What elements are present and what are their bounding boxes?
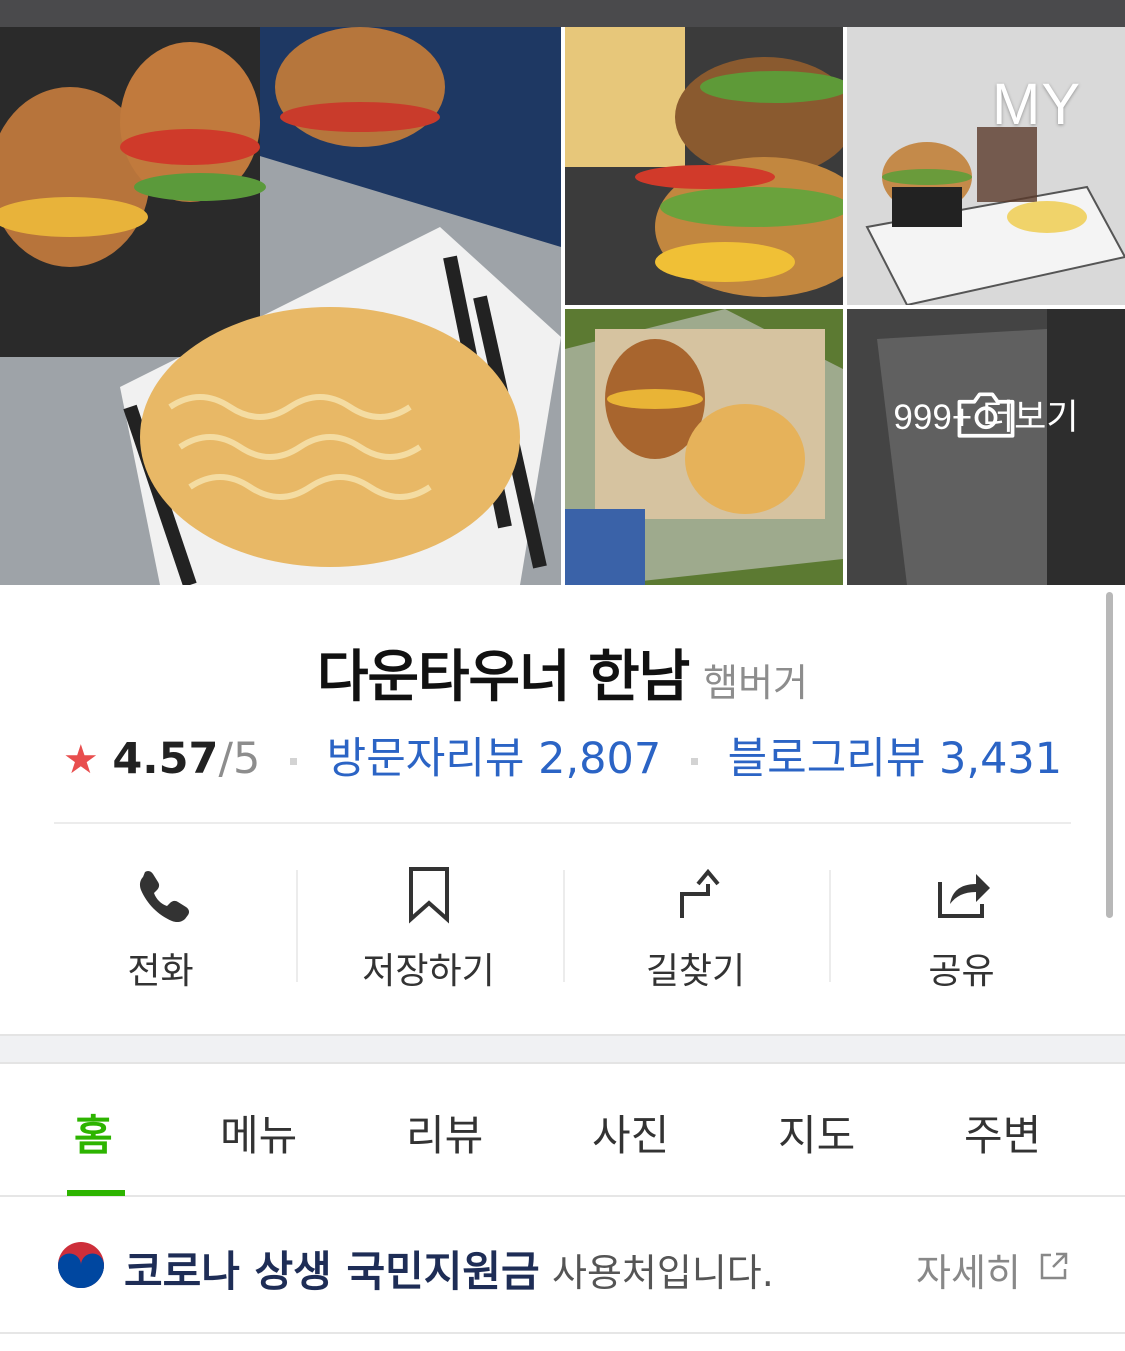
divider — [54, 822, 1071, 824]
action-bar: 전화 저장하기 길찾기 공유 — [27, 860, 1098, 992]
save-label: 저장하기 — [362, 951, 495, 992]
taegeuk-emblem-icon — [58, 1242, 104, 1288]
call-label: 전화 — [127, 951, 194, 992]
blog-review-link[interactable]: 블로그리뷰 3,431 — [728, 734, 1063, 784]
call-button[interactable]: 전화 — [27, 860, 294, 992]
more-overlay — [847, 309, 1125, 585]
directions-icon — [679, 868, 720, 918]
tab-map[interactable]: 지도 — [778, 1102, 855, 1163]
tab-nearby[interactable]: 주변 — [964, 1102, 1041, 1163]
photo-gallery: 999+ 더보기 MY — [0, 27, 1125, 585]
takeout-box-photo — [565, 309, 843, 585]
place-category: 햄버거 — [703, 661, 809, 705]
external-link-icon — [1040, 1252, 1068, 1280]
rating-max: /5 — [218, 734, 261, 784]
section-gap — [0, 1034, 1125, 1064]
notice-text: 사용처입니다. — [552, 1251, 774, 1295]
place-title: 다운타우너 한남 햄버거 — [0, 632, 1125, 713]
place-name: 다운타우너 한남 — [316, 645, 690, 710]
tab-home[interactable]: 홈 — [74, 1102, 113, 1163]
support-notice[interactable]: 코로나 상생 국민지원금 사용처입니다. 자세히 — [0, 1198, 1125, 1334]
tab-menu[interactable]: 메뉴 — [220, 1102, 297, 1163]
save-button[interactable]: 저장하기 — [295, 860, 562, 992]
photo-more[interactable]: 999+ 더보기 — [847, 309, 1125, 585]
camera-icon — [957, 392, 1015, 438]
notice-highlight: 코로나 상생 국민지원금 — [124, 1247, 540, 1296]
directions-button[interactable]: 길찾기 — [562, 860, 829, 992]
separator-dot — [289, 758, 297, 765]
tab-review[interactable]: 리뷰 — [406, 1102, 483, 1163]
my-button[interactable]: MY — [992, 71, 1081, 138]
share-icon — [937, 874, 990, 918]
visitor-review-link[interactable]: 방문자리뷰 2,807 — [327, 734, 662, 784]
star-icon: ★ — [62, 737, 99, 783]
bookmark-icon — [408, 867, 449, 924]
more-photos-button[interactable]: 999+ 더보기 — [847, 389, 1125, 440]
rating-score: 4.57 — [112, 734, 219, 784]
burger-closeup-photo — [565, 27, 843, 305]
burger-fries-photo — [0, 27, 561, 585]
tab-bar: 홈 메뉴 리뷰 사진 지도 주변 — [0, 1062, 1125, 1197]
illustration-photo — [847, 27, 1125, 305]
photo-main[interactable] — [0, 27, 561, 585]
separator-dot — [690, 758, 698, 765]
rating-row: ★ 4.57/5 방문자리뷰 2,807 블로그리뷰 3,431 — [0, 724, 1125, 786]
tab-photo[interactable]: 사진 — [592, 1102, 669, 1163]
directions-label: 길찾기 — [645, 951, 746, 992]
status-bar — [0, 0, 1125, 27]
active-tab-indicator — [67, 1190, 125, 1196]
photo-illustration[interactable] — [847, 27, 1125, 305]
share-label: 공유 — [928, 951, 995, 992]
details-link[interactable]: 자세히 — [916, 1242, 1021, 1297]
photo-burger-closeup[interactable] — [565, 27, 843, 305]
photo-takeout-box[interactable] — [565, 309, 843, 585]
phone-icon — [139, 870, 189, 923]
share-button[interactable]: 공유 — [828, 860, 1095, 992]
